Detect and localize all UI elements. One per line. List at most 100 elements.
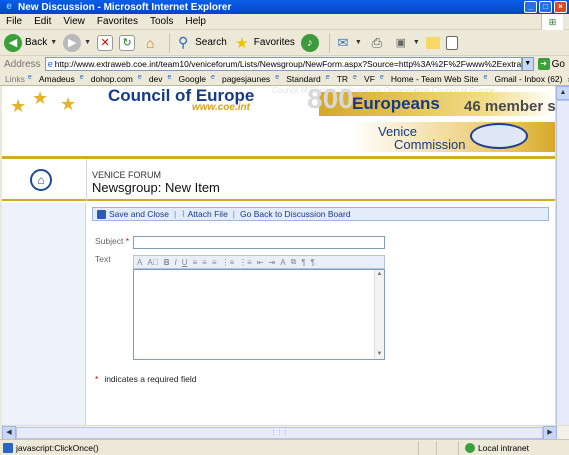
menu-tools[interactable]: Tools: [144, 16, 179, 27]
dropdown-arrow-icon[interactable]: ▼: [355, 39, 362, 46]
dropdown-arrow-icon[interactable]: ▼: [50, 39, 57, 46]
security-zone: Local intranet: [457, 440, 569, 455]
scrollbar-thumb[interactable]: ⋮⋮⋮: [16, 427, 543, 439]
status-segment: [417, 440, 436, 455]
menu-favorites[interactable]: Favorites: [91, 16, 144, 27]
italic-icon[interactable]: I: [174, 258, 176, 267]
link-amadeus[interactable]: e Amadeus: [28, 74, 75, 84]
link-dohop[interactable]: e dohop.com: [80, 74, 133, 84]
font-icon[interactable]: A: [137, 258, 142, 267]
dropdown-arrow-icon[interactable]: ▼: [84, 39, 91, 46]
link-label: VF: [364, 73, 375, 84]
link-gmail[interactable]: e Gmail - Inbox (62): [483, 74, 562, 84]
menu-help[interactable]: Help: [179, 16, 212, 27]
home-button[interactable]: ⌂: [141, 34, 159, 52]
mail-icon: ✉: [337, 34, 349, 50]
toolbar-separator: [328, 32, 330, 53]
link-label: Google: [178, 73, 206, 84]
align-center-icon[interactable]: ≡: [202, 258, 207, 267]
stop-button[interactable]: ✕: [97, 34, 114, 51]
menu-file[interactable]: File: [0, 16, 28, 27]
indent-icon[interactable]: ⇥: [269, 258, 276, 267]
print-button[interactable]: ⎙: [368, 34, 386, 52]
close-button[interactable]: ×: [554, 1, 567, 13]
column-divider: [86, 159, 87, 201]
minimize-button[interactable]: _: [524, 1, 537, 13]
text-body-editor[interactable]: ▲ ▼: [133, 269, 385, 360]
menu-edit[interactable]: Edit: [28, 16, 57, 27]
underline-icon[interactable]: U: [182, 258, 188, 267]
bullet-list-icon[interactable]: ⋮≡: [239, 258, 252, 267]
go-button[interactable]: ➜ Go: [534, 58, 569, 70]
search-button[interactable]: ⚲ Search: [174, 34, 227, 52]
ltr-icon[interactable]: ¶: [301, 258, 305, 267]
address-label: Address: [4, 58, 41, 70]
link-label: Standard: [286, 73, 321, 84]
font-size-icon[interactable]: A⃝: [147, 258, 158, 267]
favorites-button[interactable]: ★ Favorites: [233, 34, 295, 52]
media-icon: ♪: [300, 33, 319, 52]
align-right-icon[interactable]: ≡: [212, 258, 217, 267]
forward-button[interactable]: ▶ ▼: [63, 33, 91, 52]
scroll-left-arrow-icon[interactable]: ◀: [2, 426, 16, 439]
dropdown-arrow-icon[interactable]: ▼: [413, 39, 420, 46]
folder-button[interactable]: [425, 36, 440, 49]
link-tr[interactable]: e TR: [326, 74, 348, 84]
status-segment: [435, 440, 454, 455]
breadcrumb[interactable]: VENICE FORUM: [92, 170, 161, 180]
mail-button[interactable]: ✉ ▼: [334, 34, 362, 52]
rich-text-toolbar: A A⃝ B I U ≡ ≡ ≡ ⋮≡ ⋮≡ ⇤ ⇥ A ⧉ ¶ ¶: [133, 255, 385, 269]
edit-button[interactable]: [445, 35, 458, 50]
media-button[interactable]: ♪: [300, 33, 319, 52]
action-separator: |: [174, 209, 177, 219]
gold-star-icon: ★: [10, 96, 27, 116]
refresh-button[interactable]: ↻: [119, 34, 136, 51]
link-standard[interactable]: e Standard: [275, 74, 321, 84]
address-input[interactable]: e http://www.extraweb.coe.int/team10/ven…: [44, 57, 522, 71]
scrollbar-thumb[interactable]: [556, 100, 569, 439]
numbered-list-icon[interactable]: ⋮≡: [222, 258, 235, 267]
folder-icon: [425, 36, 440, 49]
home-icon[interactable]: ⌂: [30, 169, 52, 191]
scroll-up-arrow-icon[interactable]: ▲: [556, 86, 569, 100]
link-team-web-site[interactable]: e Home - Team Web Site: [380, 74, 479, 84]
status-bar: javascript:ClickOnce() Local intranet: [0, 439, 569, 455]
link-google[interactable]: e Google: [168, 74, 206, 84]
back-to-discussion-link[interactable]: Go Back to Discussion Board: [240, 209, 351, 219]
go-arrow-icon: ➜: [537, 58, 550, 70]
link-icon: e: [137, 74, 142, 81]
outdent-icon[interactable]: ⇤: [257, 258, 264, 267]
link-dev[interactable]: e dev: [138, 74, 163, 84]
links-bar: Links e Amadeus e dohop.com e dev e Google e…: [0, 72, 569, 86]
scroll-down-arrow-icon[interactable]: ▼: [375, 350, 384, 359]
vertical-scrollbar[interactable]: ▲: [555, 86, 569, 439]
favorites-label: Favorites: [253, 37, 295, 48]
gold-star-icon: ★: [60, 94, 77, 114]
venice-commission-seal-icon: [470, 123, 528, 149]
rtl-icon[interactable]: ¶: [311, 258, 315, 267]
address-dropdown-arrow-icon[interactable]: ▼: [521, 57, 534, 71]
scroll-up-arrow-icon[interactable]: ▲: [375, 270, 384, 279]
menu-view[interactable]: View: [57, 16, 91, 27]
banner-europeans: Europeans: [352, 94, 440, 113]
maximize-button[interactable]: □: [539, 1, 552, 13]
subject-input[interactable]: [133, 236, 385, 249]
link-label: TR: [336, 73, 349, 84]
editor-scrollbar[interactable]: ▲ ▼: [374, 270, 384, 359]
scroll-right-arrow-icon[interactable]: ▶: [543, 426, 557, 439]
text-color-icon[interactable]: A: [280, 258, 285, 267]
search-icon: ⚲: [177, 34, 189, 50]
link-label: pagesjaunes: [221, 73, 271, 84]
attach-file-button[interactable]: Attach File: [188, 209, 228, 219]
back-button[interactable]: ◀ Back ▼: [4, 33, 57, 52]
horizontal-scrollbar[interactable]: ◀ ⋮⋮⋮ ▶: [2, 425, 569, 439]
align-left-icon[interactable]: ≡: [192, 258, 197, 267]
bold-icon[interactable]: B: [164, 258, 170, 267]
save-and-close-button[interactable]: Save and Close: [109, 209, 169, 219]
save-icon: [97, 209, 106, 219]
size-button[interactable]: ▣ ▼: [392, 34, 420, 52]
link-pagesjaunes[interactable]: e pagesjaunes: [211, 74, 270, 84]
highlight-icon[interactable]: ⧉: [291, 257, 297, 267]
banner-big-number: 800: [307, 86, 354, 114]
link-vf[interactable]: e VF: [353, 74, 375, 84]
